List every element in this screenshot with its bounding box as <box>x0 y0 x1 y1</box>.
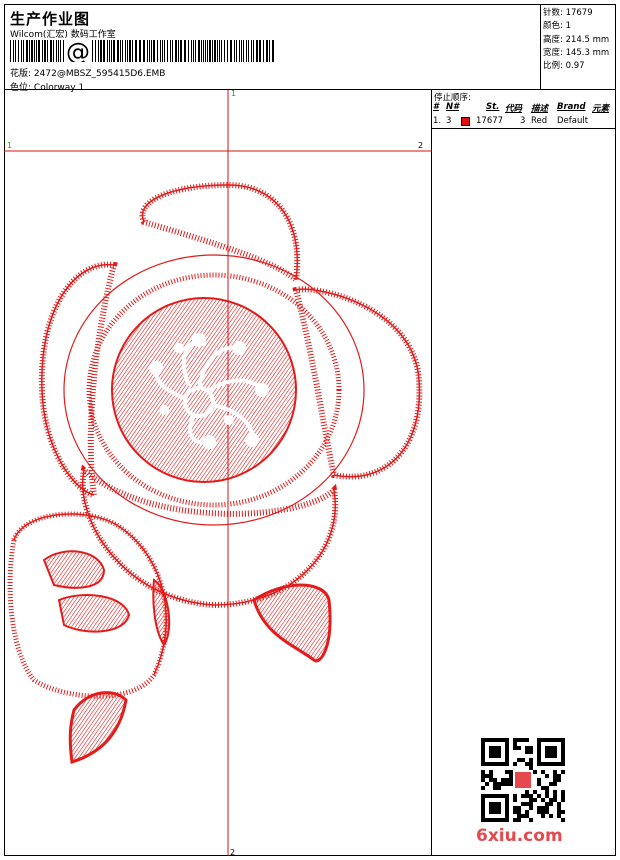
stat-stitches: 针数: 17679 <box>543 8 593 18</box>
row-brand: Default <box>557 116 589 126</box>
col-needle: N# <box>446 102 460 112</box>
qr-code <box>481 738 565 822</box>
col-description: 描述 <box>531 104 549 114</box>
stop-sequence-header: # N# St. 代码 描述 Brand 元素 <box>432 102 616 114</box>
table-row: 1. 3 17677 3 Red Default <box>432 116 616 128</box>
col-element: 元素 <box>592 104 610 114</box>
marker-left: 1 <box>7 141 12 150</box>
row-code: 3 <box>520 116 526 126</box>
row-index: 1. <box>433 116 442 126</box>
stat-scale: 比例: 0.97 <box>543 61 585 71</box>
row-stitches: 17677 <box>476 116 504 126</box>
page-title: 生产作业图 <box>10 10 91 28</box>
watermark: 6xiu.com <box>476 826 563 846</box>
header: 生产作业图 Wilcom(汇宏) 数码工作室 @ 花版: 2472@MBSZ_5… <box>4 4 540 93</box>
design-file: 2472@MBSZ_595415D6.EMB <box>33 69 166 79</box>
row-needle: 3 <box>446 116 452 126</box>
col-code: 代码 <box>505 104 523 114</box>
barcode-symbol: @ <box>66 40 90 62</box>
embroidery-preview: 1 1 2 2 <box>4 89 432 857</box>
row-description: Red <box>531 116 548 126</box>
flower-artwork <box>7 181 423 764</box>
row-divider <box>432 128 616 129</box>
stat-colors: 颜色: 1 <box>543 21 571 31</box>
stat-height: 高度: 214.5 mm <box>543 35 610 45</box>
stats-panel: 针数: 17679 颜色: 1 高度: 214.5 mm 宽度: 145.3 m… <box>540 4 616 90</box>
design-label: 花版: <box>10 69 32 79</box>
color-swatch <box>461 117 470 126</box>
barcode-graphic: @ <box>10 38 274 66</box>
col-index: # <box>433 102 439 112</box>
col-brand: Brand <box>557 102 586 112</box>
company-name: Wilcom(汇宏) 数码工作室 <box>10 30 116 40</box>
marker-top: 1 <box>231 90 236 98</box>
col-stitches: St. <box>486 102 500 112</box>
marker-bottom: 2 <box>230 848 235 856</box>
design-line: 花版: 2472@MBSZ_595415D6.EMB <box>10 66 166 79</box>
marker-right: 2 <box>418 141 423 150</box>
stat-width: 宽度: 145.3 mm <box>543 48 610 58</box>
design-canvas: 1 1 2 2 <box>4 89 432 857</box>
barcode: @ <box>10 38 278 66</box>
